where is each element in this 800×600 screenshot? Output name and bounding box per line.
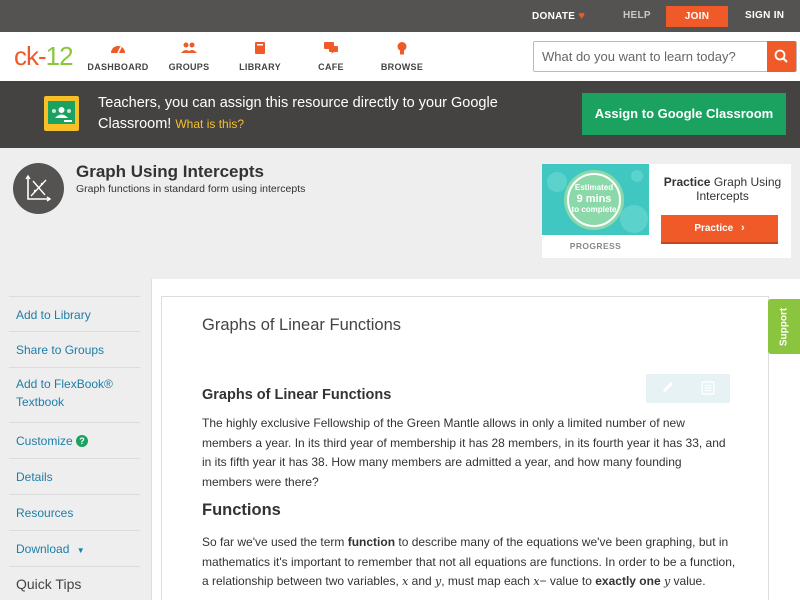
- groups-icon: [154, 41, 224, 59]
- heart-icon: ♥: [578, 10, 586, 22]
- logo-12: 12: [45, 41, 74, 71]
- support-label: Support: [778, 307, 790, 346]
- article-paragraph-functions: So far we've used the term function to d…: [202, 533, 737, 592]
- nav-library[interactable]: LIBRARY: [225, 41, 295, 72]
- article-title: Graphs of Linear Functions: [202, 316, 402, 334]
- search-box: [533, 41, 797, 72]
- google-classroom-banner: Teachers, you can assign this resource d…: [0, 81, 800, 148]
- join-button[interactable]: JOIN: [666, 6, 728, 27]
- search-input[interactable]: [534, 42, 768, 71]
- term-exactly: exactly: [595, 574, 636, 588]
- practice-title-bold: Practice: [663, 175, 711, 189]
- nav-groups[interactable]: GROUPS: [154, 41, 224, 72]
- concept-title: Graph Using Intercepts: [76, 162, 264, 181]
- sidebar-item-add-to-library[interactable]: Add to Library: [9, 296, 140, 332]
- sidebar-item-customize[interactable]: Customize ?: [9, 423, 140, 459]
- dashboard-icon: [83, 41, 153, 59]
- sidebar-item-label: Add to Library: [16, 308, 91, 322]
- practice-button[interactable]: Practice ›: [661, 215, 778, 244]
- quick-tips-heading: Quick Tips: [16, 576, 82, 592]
- library-icon: [225, 41, 295, 59]
- sidebar-item-label: Customize: [16, 434, 73, 448]
- logo-dash: -: [38, 41, 47, 71]
- estimated-time: Estimated 9 mins to complete: [564, 183, 624, 215]
- logo-ck: ck: [14, 41, 39, 71]
- sidebar-item-add-to-flexbook[interactable]: Add to FlexBook® Textbook: [9, 368, 140, 423]
- graph-concept-icon: [13, 163, 64, 214]
- article-tools: [646, 374, 730, 403]
- help-link[interactable]: HELP: [623, 0, 651, 32]
- nav-dashboard-label: DASHBOARD: [87, 62, 149, 72]
- sidebar-item-label: Details: [16, 470, 53, 484]
- term-function: function: [347, 535, 396, 549]
- nav-browse-label: BROWSE: [380, 62, 424, 72]
- donate-label: DONATE: [532, 11, 576, 22]
- nav-browse[interactable]: BROWSE: [367, 41, 437, 72]
- sidebar-item-resources[interactable]: Resources: [9, 495, 140, 531]
- practice-card: Estimated 9 mins to complete PROGRESS Pr…: [542, 164, 791, 258]
- sidebar-item-label: Add to FlexBook® Textbook: [16, 377, 113, 409]
- donate-link[interactable]: DONATE ♥: [532, 0, 585, 32]
- practice-button-label: Practice: [694, 223, 734, 234]
- sidebar-item-details[interactable]: Details: [9, 459, 140, 495]
- practice-progress-image: Estimated 9 mins to complete: [542, 164, 649, 235]
- nav-dashboard[interactable]: DASHBOARD: [83, 41, 153, 72]
- article-paragraph-intro: The highly exclusive Fellowship of the G…: [202, 416, 726, 489]
- practice-title: Practice Graph Using Intercepts: [654, 175, 791, 203]
- top-utility-bar: DONATE ♥ HELP JOIN SIGN IN: [0, 0, 800, 32]
- progress-label: PROGRESS: [569, 241, 622, 251]
- text-span: So far we've used the term: [202, 535, 348, 549]
- text-span: − value to: [539, 574, 596, 588]
- nav-cafe-label: CAFE: [318, 62, 344, 72]
- support-tab[interactable]: Support: [768, 299, 800, 354]
- what-is-this-link[interactable]: What is this?: [175, 117, 244, 131]
- nav-groups-label: GROUPS: [168, 62, 210, 72]
- estimated-label: Estimated: [574, 183, 614, 192]
- sidebar-item-download[interactable]: Download ▼: [9, 531, 140, 567]
- help-question-icon[interactable]: ?: [76, 435, 89, 447]
- term-one: one: [639, 574, 661, 588]
- text-span: value.: [670, 574, 706, 588]
- lightbulb-icon: [367, 41, 437, 59]
- sidebar-item-label: Resources: [16, 506, 74, 520]
- notes-icon[interactable]: [701, 381, 715, 400]
- chevron-right-icon: ›: [741, 222, 745, 234]
- nav-library-label: LIBRARY: [239, 62, 281, 72]
- resource-sidebar: Add to Library Share to Groups Add to Fl…: [9, 279, 140, 600]
- caret-down-icon: ▼: [76, 546, 85, 555]
- search-icon: [774, 49, 788, 63]
- estimated-complete: to complete: [571, 205, 617, 214]
- cafe-icon: [296, 41, 366, 59]
- main-header: ck-12 DASHBOARD GROUPS LIBRARY CAFE BROW…: [0, 32, 800, 81]
- ck12-logo[interactable]: ck-12: [14, 41, 74, 71]
- concept-subtitle: Graph functions in standard form using i…: [76, 183, 306, 195]
- sidebar-item-label: Share to Groups: [16, 343, 105, 357]
- sign-in-link[interactable]: SIGN IN: [745, 0, 784, 32]
- sidebar-item-share-to-groups[interactable]: Share to Groups: [9, 332, 140, 368]
- nav-cafe[interactable]: CAFE: [296, 41, 366, 72]
- search-button[interactable]: [767, 41, 796, 72]
- assign-to-classroom-button[interactable]: Assign to Google Classroom: [582, 93, 786, 135]
- text-span: , must map each: [441, 574, 534, 588]
- estimated-minutes: 9 mins: [576, 193, 612, 205]
- google-classroom-icon: [44, 96, 79, 131]
- section-heading-functions: Functions: [202, 501, 281, 519]
- text-span: and: [408, 574, 436, 588]
- section-heading-graphs: Graphs of Linear Functions: [202, 387, 392, 403]
- classroom-message: Teachers, you can assign this resource d…: [98, 93, 538, 135]
- pencil-icon[interactable]: [660, 380, 674, 401]
- sidebar-item-label: Download: [16, 542, 70, 556]
- classroom-message-text: Teachers, you can assign this resource d…: [98, 95, 498, 132]
